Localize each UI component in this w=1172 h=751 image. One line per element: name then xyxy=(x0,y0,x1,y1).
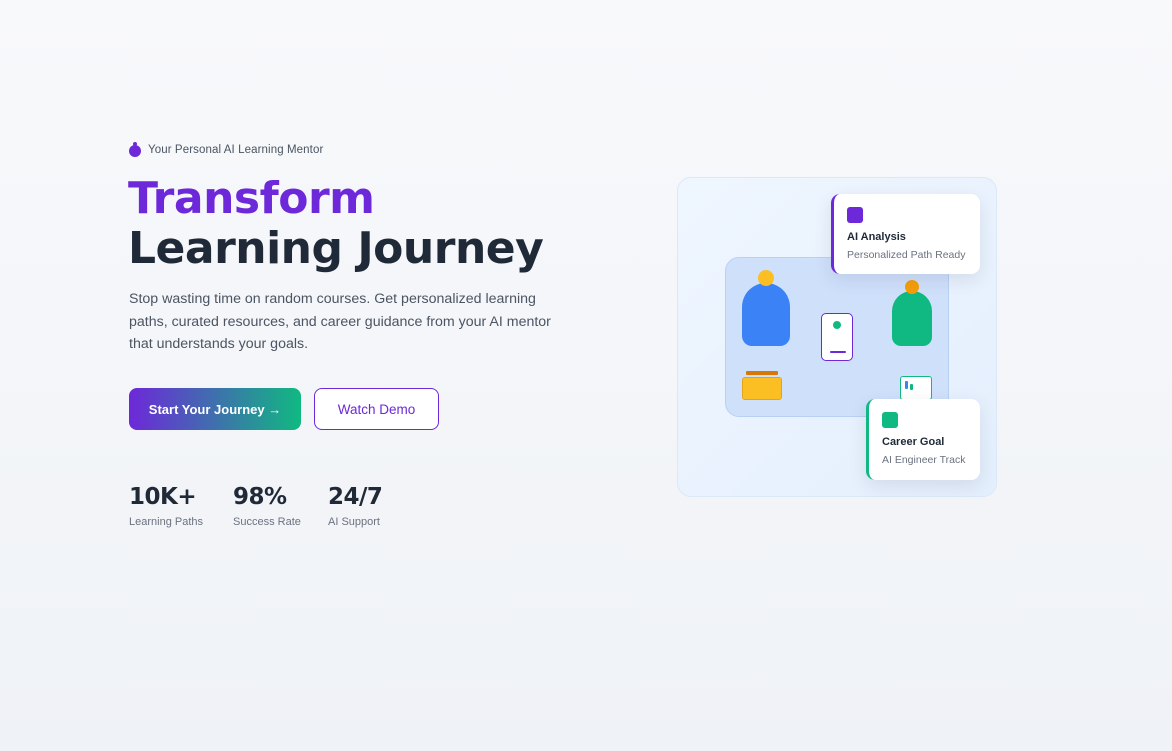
headline-line-1: Transform xyxy=(128,173,375,224)
stat-learning-paths: 10K+ Learning Paths xyxy=(129,482,203,528)
hero-description: Stop wasting time on random courses. Get… xyxy=(129,291,551,352)
chart-icon xyxy=(900,376,932,400)
card-title: Career Goal xyxy=(882,436,945,448)
stat-value: 24/7 xyxy=(328,484,383,510)
start-journey-button[interactable]: Start Your Journey → xyxy=(129,388,301,430)
stat-value: 10K+ xyxy=(129,484,197,510)
stat-success-rate: 98% Success Rate xyxy=(233,482,301,528)
stat-ai-support: 24/7 AI Support xyxy=(328,482,383,528)
phone-icon xyxy=(821,313,853,361)
stat-label: Success Rate xyxy=(233,516,301,528)
analysis-icon xyxy=(847,207,863,223)
hero-headline: Transform Learning Journey xyxy=(128,173,544,274)
hero-eyebrow: Your Personal AI Learning Mentor xyxy=(129,142,323,157)
learner-figure-blue xyxy=(742,270,790,346)
career-goal-card: Career Goal AI Engineer Track xyxy=(866,399,980,480)
books-icon xyxy=(742,371,782,400)
stat-label: Learning Paths xyxy=(129,516,203,528)
mentor-icon xyxy=(129,142,141,157)
goal-icon xyxy=(882,412,898,428)
card-title: AI Analysis xyxy=(847,231,906,243)
eyebrow-text: Your Personal AI Learning Mentor xyxy=(148,143,324,156)
stat-value: 98% xyxy=(233,484,287,510)
landing-page: Your Personal AI Learning Mentor Transfo… xyxy=(0,0,1172,751)
stat-label: AI Support xyxy=(328,516,380,528)
ai-analysis-card: AI Analysis Personalized Path Ready xyxy=(831,194,980,274)
learner-figure-green xyxy=(892,280,932,346)
card-subtitle: Personalized Path Ready xyxy=(847,249,966,261)
headline-line-2: Learning Journey xyxy=(128,223,544,274)
watch-demo-button[interactable]: Watch Demo xyxy=(314,388,439,430)
card-subtitle: AI Engineer Track xyxy=(882,454,966,466)
